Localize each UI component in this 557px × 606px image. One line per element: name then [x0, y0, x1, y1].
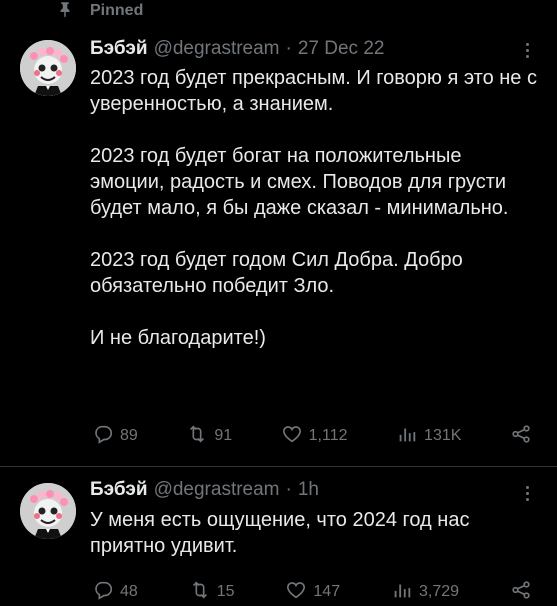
reply-count: 89: [120, 427, 138, 444]
tweet-header: Бэбэй @degrastream · 1h: [90, 479, 319, 501]
views-button[interactable]: 3,729: [391, 579, 459, 606]
views-icon: [396, 423, 418, 450]
avatar[interactable]: [20, 40, 76, 96]
views-count: 3,729: [419, 583, 460, 600]
author-handle[interactable]: @degrastream: [154, 479, 280, 501]
retweet-button[interactable]: 15: [189, 579, 235, 606]
separator: ·: [285, 38, 292, 59]
share-button[interactable]: [510, 579, 532, 606]
share-icon: [510, 423, 532, 450]
like-count: 147: [313, 583, 341, 600]
like-button[interactable]: 147: [285, 579, 340, 606]
reply-icon: [92, 423, 114, 450]
tweet-actions: 89 91 1,112 131K: [92, 424, 532, 448]
reply-button[interactable]: 48: [92, 579, 138, 606]
author-name[interactable]: Бэбэй: [90, 479, 148, 501]
reply-icon: [92, 579, 114, 606]
avatar[interactable]: [20, 483, 76, 539]
separator: ·: [285, 479, 292, 500]
like-button[interactable]: 1,112: [281, 423, 348, 450]
tweet-header: Бэбэй @degrastream · 27 Dec 22: [90, 38, 384, 60]
heart-icon: [285, 579, 307, 606]
more-icon[interactable]: [517, 40, 537, 60]
views-button[interactable]: 131K: [396, 423, 461, 450]
tweet-text: У меня есть ощущение, что 2024 год нас п…: [90, 509, 476, 557]
share-button[interactable]: [510, 423, 532, 450]
like-count: 1,112: [308, 427, 348, 444]
tweet[interactable]: Бэбэй @degrastream · 1h У меня есть ощущ…: [0, 467, 557, 604]
retweet-icon: [186, 423, 208, 450]
tweet-actions: 48 15 147 3,729: [92, 580, 532, 604]
retweet-count: 91: [214, 427, 233, 444]
retweet-count: 15: [216, 583, 235, 600]
share-icon: [510, 579, 532, 606]
reply-button[interactable]: 89: [92, 423, 138, 450]
retweet-button[interactable]: 91: [186, 423, 232, 450]
tweet-text: 2023 год будет прекрасным. И говорю я эт…: [90, 67, 537, 349]
author-handle[interactable]: @degrastream: [154, 38, 280, 60]
tweet-timestamp[interactable]: 27 Dec 22: [298, 38, 385, 60]
heart-icon: [281, 423, 303, 450]
reply-count: 48: [120, 583, 138, 600]
more-icon[interactable]: [517, 483, 537, 503]
views-count: 131K: [424, 427, 462, 444]
retweet-icon: [189, 579, 211, 606]
views-icon: [391, 579, 413, 606]
tweet-timestamp[interactable]: 1h: [298, 479, 319, 501]
author-name[interactable]: Бэбэй: [90, 38, 148, 60]
tweet-pinned[interactable]: Бэбэй @degrastream · 27 Dec 22 2023 год …: [0, 0, 557, 465]
